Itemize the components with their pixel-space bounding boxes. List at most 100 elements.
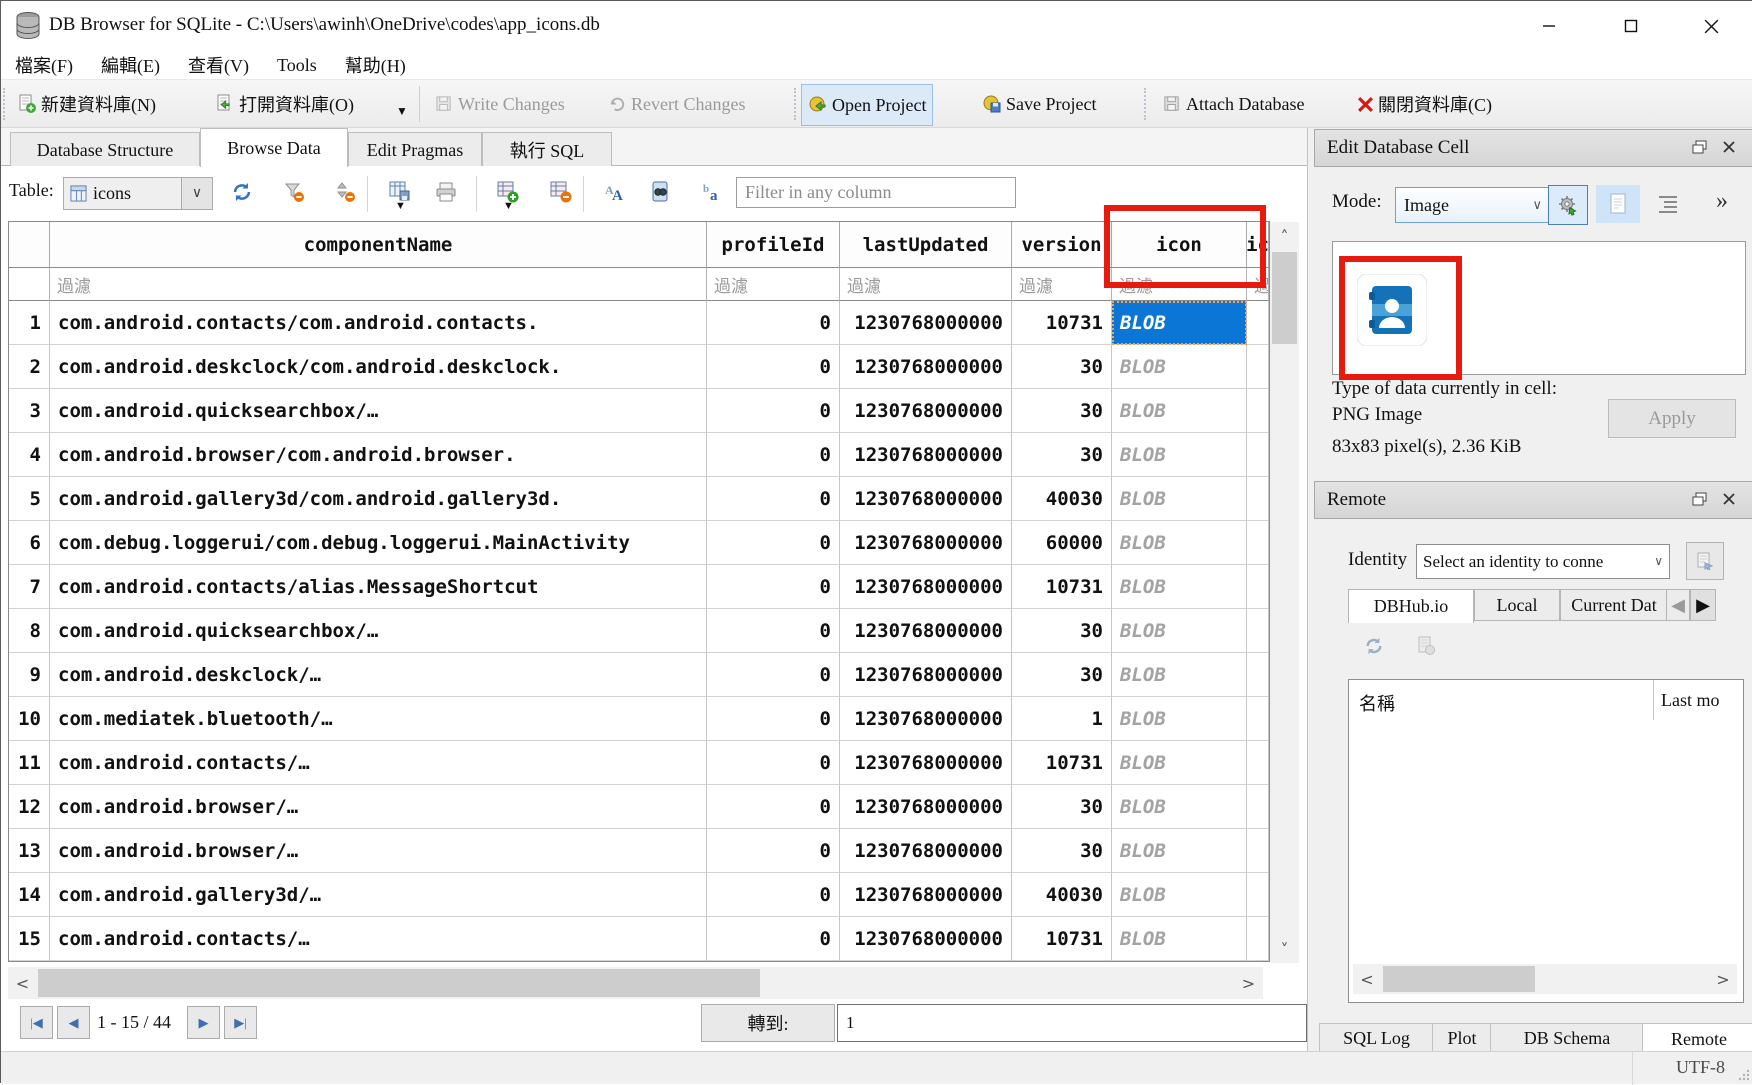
tab-scroll-left-icon[interactable]: ◀ xyxy=(1666,589,1690,621)
clear-sort-button[interactable] xyxy=(332,179,358,205)
icon-blob-cell[interactable]: BLOB xyxy=(1112,389,1247,433)
componentName-cell[interactable]: com.android.browser/… xyxy=(50,829,707,873)
icon-blob-cell[interactable]: BLOB xyxy=(1112,873,1247,917)
lastUpdated-cell[interactable]: 1230768000000 xyxy=(840,829,1012,873)
scroll-right-icon[interactable]: > xyxy=(1709,964,1737,994)
partial-cell[interactable] xyxy=(1247,873,1269,917)
remote-list-scrollbar[interactable]: < > xyxy=(1353,964,1737,994)
profileId-cell[interactable]: 0 xyxy=(707,389,840,433)
scroll-up-icon[interactable]: ˄ xyxy=(1270,222,1299,250)
partial-cell[interactable] xyxy=(1247,697,1269,741)
scroll-down-icon[interactable]: ˅ xyxy=(1270,935,1299,963)
encoding-indicator[interactable]: UTF-8 xyxy=(1676,1057,1725,1078)
partial-cell[interactable] xyxy=(1247,741,1269,785)
dock-tab-db-schema[interactable]: DB Schema xyxy=(1490,1023,1644,1053)
tab-scroll-right-icon[interactable]: ▶ xyxy=(1690,589,1716,621)
partial-cell[interactable] xyxy=(1247,389,1269,433)
profileId-cell[interactable]: 0 xyxy=(707,829,840,873)
column-header-version[interactable]: version xyxy=(1012,222,1112,268)
dock-tab-sql-log[interactable]: SQL Log xyxy=(1319,1023,1434,1053)
version-cell[interactable]: 30 xyxy=(1012,785,1112,829)
partial-cell[interactable] xyxy=(1247,917,1269,961)
column-header-profileId[interactable]: profileId xyxy=(707,222,840,268)
partial-cell[interactable] xyxy=(1247,477,1269,521)
profileId-cell[interactable]: 0 xyxy=(707,917,840,961)
version-cell[interactable]: 30 xyxy=(1012,653,1112,697)
text-view-button[interactable] xyxy=(1596,185,1640,223)
close-database-button[interactable]: 關閉資料庫(C) xyxy=(1351,84,1498,124)
scroll-left-icon[interactable]: < xyxy=(1353,964,1381,994)
first-record-button[interactable]: |◀ xyxy=(20,1006,53,1039)
close-button[interactable] xyxy=(1682,7,1740,45)
minimize-button[interactable] xyxy=(1520,7,1578,45)
icon-blob-cell[interactable]: BLOB xyxy=(1112,433,1247,477)
list-header-name[interactable]: 名稱 xyxy=(1359,690,1395,716)
new-database-button[interactable]: 新建資料庫(N) xyxy=(11,84,162,124)
remote-refresh-button[interactable] xyxy=(1364,636,1388,660)
partial-cell[interactable] xyxy=(1247,829,1269,873)
profileId-cell[interactable]: 0 xyxy=(707,785,840,829)
column-filter-input[interactable]: 過濾 xyxy=(840,268,1012,301)
row-number-cell[interactable]: 12 xyxy=(9,785,50,829)
goto-button[interactable]: 轉到: xyxy=(701,1004,835,1042)
scroll-left-icon[interactable]: < xyxy=(8,967,37,999)
lastUpdated-cell[interactable]: 1230768000000 xyxy=(840,433,1012,477)
partial-cell[interactable] xyxy=(1247,433,1269,477)
row-number-cell[interactable]: 4 xyxy=(9,433,50,477)
row-number-cell[interactable]: 8 xyxy=(9,609,50,653)
partial-cell[interactable] xyxy=(1247,785,1269,829)
profileId-cell[interactable]: 0 xyxy=(707,477,840,521)
font-button[interactable]: A A xyxy=(603,179,629,205)
version-cell[interactable]: 30 xyxy=(1012,433,1112,477)
componentName-cell[interactable]: com.android.quicksearchbox/… xyxy=(50,609,707,653)
row-number-cell[interactable]: 15 xyxy=(9,917,50,961)
componentName-cell[interactable]: com.android.quicksearchbox/… xyxy=(50,389,707,433)
componentName-cell[interactable]: com.android.browser/com.android.browser. xyxy=(50,433,707,477)
tab-execute-sql[interactable]: 執行 SQL xyxy=(482,132,612,167)
version-cell[interactable]: 30 xyxy=(1012,829,1112,873)
menu-view[interactable]: 查看(V) xyxy=(174,51,263,79)
row-number-cell[interactable]: 11 xyxy=(9,741,50,785)
version-cell[interactable]: 10731 xyxy=(1012,741,1112,785)
partial-cell[interactable] xyxy=(1247,609,1269,653)
scroll-right-icon[interactable]: > xyxy=(1234,967,1263,999)
version-cell[interactable]: 10731 xyxy=(1012,565,1112,609)
version-cell[interactable]: 30 xyxy=(1012,609,1112,653)
icon-blob-cell[interactable]: BLOB xyxy=(1112,609,1247,653)
refresh-button[interactable] xyxy=(229,179,255,205)
icon-blob-cell[interactable]: BLOB xyxy=(1112,521,1247,565)
profileId-cell[interactable]: 0 xyxy=(707,345,840,389)
goto-record-input[interactable]: 1 xyxy=(837,1004,1307,1042)
row-number-cell[interactable]: 3 xyxy=(9,389,50,433)
lastUpdated-cell[interactable]: 1230768000000 xyxy=(840,653,1012,697)
version-cell[interactable]: 10731 xyxy=(1012,301,1112,345)
row-number-cell[interactable]: 6 xyxy=(9,521,50,565)
delete-record-button[interactable] xyxy=(548,179,574,205)
tab-browse-data[interactable]: Browse Data xyxy=(200,128,348,167)
grid-horizontal-scrollbar[interactable]: < > xyxy=(8,967,1263,999)
column-header-componentName[interactable]: componentName xyxy=(50,222,707,268)
menu-tools[interactable]: Tools xyxy=(263,51,331,79)
row-number-cell[interactable]: 14 xyxy=(9,873,50,917)
close-panel-icon[interactable] xyxy=(1718,488,1740,510)
partial-cell[interactable] xyxy=(1247,565,1269,609)
save-project-button[interactable]: Save Project xyxy=(976,84,1102,124)
icon-blob-cell[interactable]: BLOB xyxy=(1112,741,1247,785)
float-panel-icon[interactable] xyxy=(1688,136,1710,158)
version-cell[interactable]: 40030 xyxy=(1012,873,1112,917)
column-filter-input[interactable]: 過濾 xyxy=(50,268,707,301)
remote-tab-current-database[interactable]: Current Dat xyxy=(1560,589,1668,621)
replace-button[interactable]: b a xyxy=(700,179,726,205)
lastUpdated-cell[interactable]: 1230768000000 xyxy=(840,873,1012,917)
identity-import-button[interactable] xyxy=(1686,542,1724,580)
partial-cell[interactable] xyxy=(1247,301,1269,345)
revert-changes-button[interactable]: Revert Changes xyxy=(602,84,751,124)
row-number-cell[interactable]: 1 xyxy=(9,301,50,345)
lastUpdated-cell[interactable]: 1230768000000 xyxy=(840,785,1012,829)
icon-blob-cell[interactable]: BLOB xyxy=(1112,565,1247,609)
json-view-button[interactable] xyxy=(1650,188,1686,220)
componentName-cell[interactable]: com.android.deskclock/com.android.deskcl… xyxy=(50,345,707,389)
remote-database-list[interactable]: 名稱 Last mo < > xyxy=(1348,679,1744,1003)
next-record-button[interactable]: ▶ xyxy=(187,1006,220,1039)
componentName-cell[interactable]: com.android.gallery3d/… xyxy=(50,873,707,917)
